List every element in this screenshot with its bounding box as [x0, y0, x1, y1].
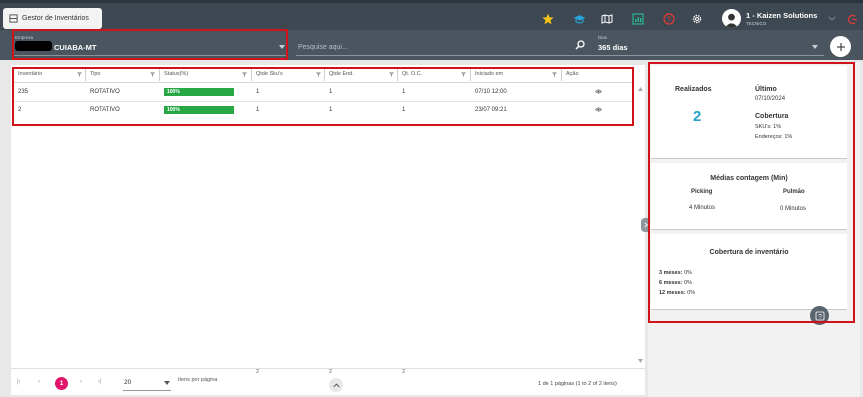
app-icon — [9, 14, 18, 23]
page-size-underline — [123, 390, 171, 391]
search-icon[interactable] — [575, 40, 585, 50]
chart-icon[interactable] — [631, 12, 645, 26]
chevron-right-icon — [643, 222, 648, 228]
highlight-box — [12, 67, 634, 126]
pagination-summary: 1 de 1 páginas (1 to 2 of 2 itens) — [538, 381, 617, 387]
top-bar: Gestor de Inventários ? 1 - Kaizen Solut… — [0, 0, 863, 30]
first-page-icon[interactable]: |‹ — [17, 379, 21, 385]
page-button[interactable]: 1 — [55, 377, 68, 390]
dias-label: Dias — [598, 35, 608, 40]
map-icon[interactable] — [600, 12, 614, 26]
next-page-icon[interactable]: › — [80, 379, 82, 385]
user-menu[interactable]: 1 - Kaizen Solutions TECNICO — [722, 9, 836, 28]
total-qt-oc: 2 — [402, 369, 406, 375]
total-qtde-skus: 2 — [256, 369, 260, 375]
user-name: 1 - Kaizen Solutions — [746, 11, 818, 20]
last-page-icon[interactable]: ›| — [98, 379, 102, 385]
dias-value[interactable]: 365 dias — [598, 43, 628, 52]
user-role: TECNICO — [746, 21, 767, 26]
settings-icon[interactable] — [690, 12, 704, 26]
chevron-up-icon — [332, 382, 340, 387]
dias-dropdown-icon[interactable] — [812, 45, 818, 49]
page-size-label: Itens por página — [178, 377, 218, 383]
chevron-down-icon[interactable] — [164, 381, 170, 385]
star-icon[interactable] — [541, 12, 555, 26]
app-tab-label: Gestor de Inventários — [22, 15, 89, 22]
avatar — [722, 9, 741, 28]
logout-icon[interactable] — [845, 12, 859, 26]
search-underline — [296, 55, 824, 56]
collapse-button[interactable] — [329, 378, 343, 392]
add-button[interactable] — [830, 36, 851, 57]
app-tab[interactable]: Gestor de Inventários — [3, 8, 102, 29]
search-input[interactable]: Pesquise aqui... — [298, 44, 348, 51]
svg-text:?: ? — [667, 17, 671, 24]
prev-page-icon[interactable]: ‹ — [38, 379, 40, 385]
chevron-down-icon — [828, 16, 836, 21]
highlight-box — [12, 29, 288, 60]
highlight-box — [648, 62, 855, 323]
plus-icon — [836, 42, 845, 51]
page-size-select[interactable]: 20 — [124, 379, 131, 386]
total-qtde-end: 2 — [329, 369, 333, 375]
help-circle-icon[interactable]: ? — [662, 12, 676, 26]
graduation-icon[interactable] — [572, 12, 586, 26]
